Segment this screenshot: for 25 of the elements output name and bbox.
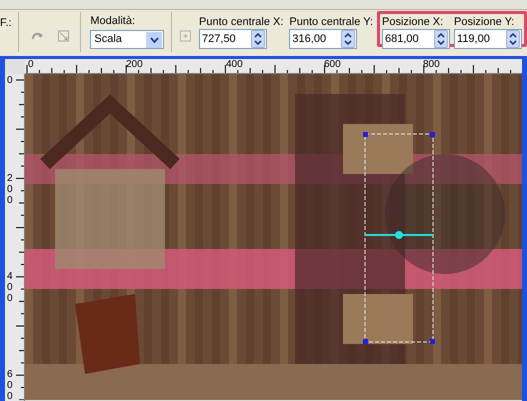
number-field[interactable]: 119,00 [454,29,522,49]
ruler-label: 0 [7,75,13,86]
spinner-icon[interactable] [341,30,356,48]
field-label: Punto centrale X: [199,15,284,28]
ruler-label: 400 [7,271,13,304]
number-field[interactable]: 727,50 [199,29,268,49]
partial-label: F.: [0,16,12,31]
ruler-label: 400 [226,59,243,70]
ruler-label: 0 [28,59,34,70]
number-field[interactable]: 681,00 [382,29,450,49]
spinner-icon[interactable] [251,30,266,48]
ruler-label: 600 [7,369,13,401]
ruler-label: 200 [126,59,143,70]
mode-label: Modalità: [90,14,136,27]
field-label: Posizione X: [382,15,444,28]
ruler-label: 800 [423,59,440,70]
field-label: Punto centrale Y: [289,15,374,28]
field-label: Posizione Y: [454,15,516,28]
number-field[interactable]: 316,00 [289,29,358,49]
spinner-icon[interactable] [506,30,520,48]
mode-dropdown[interactable]: Scala [90,30,164,49]
selection-box[interactable] [363,132,435,344]
ruler-label: 200 [7,173,13,206]
spinner-icon[interactable] [434,30,448,48]
ruler-label: 600 [324,59,341,70]
